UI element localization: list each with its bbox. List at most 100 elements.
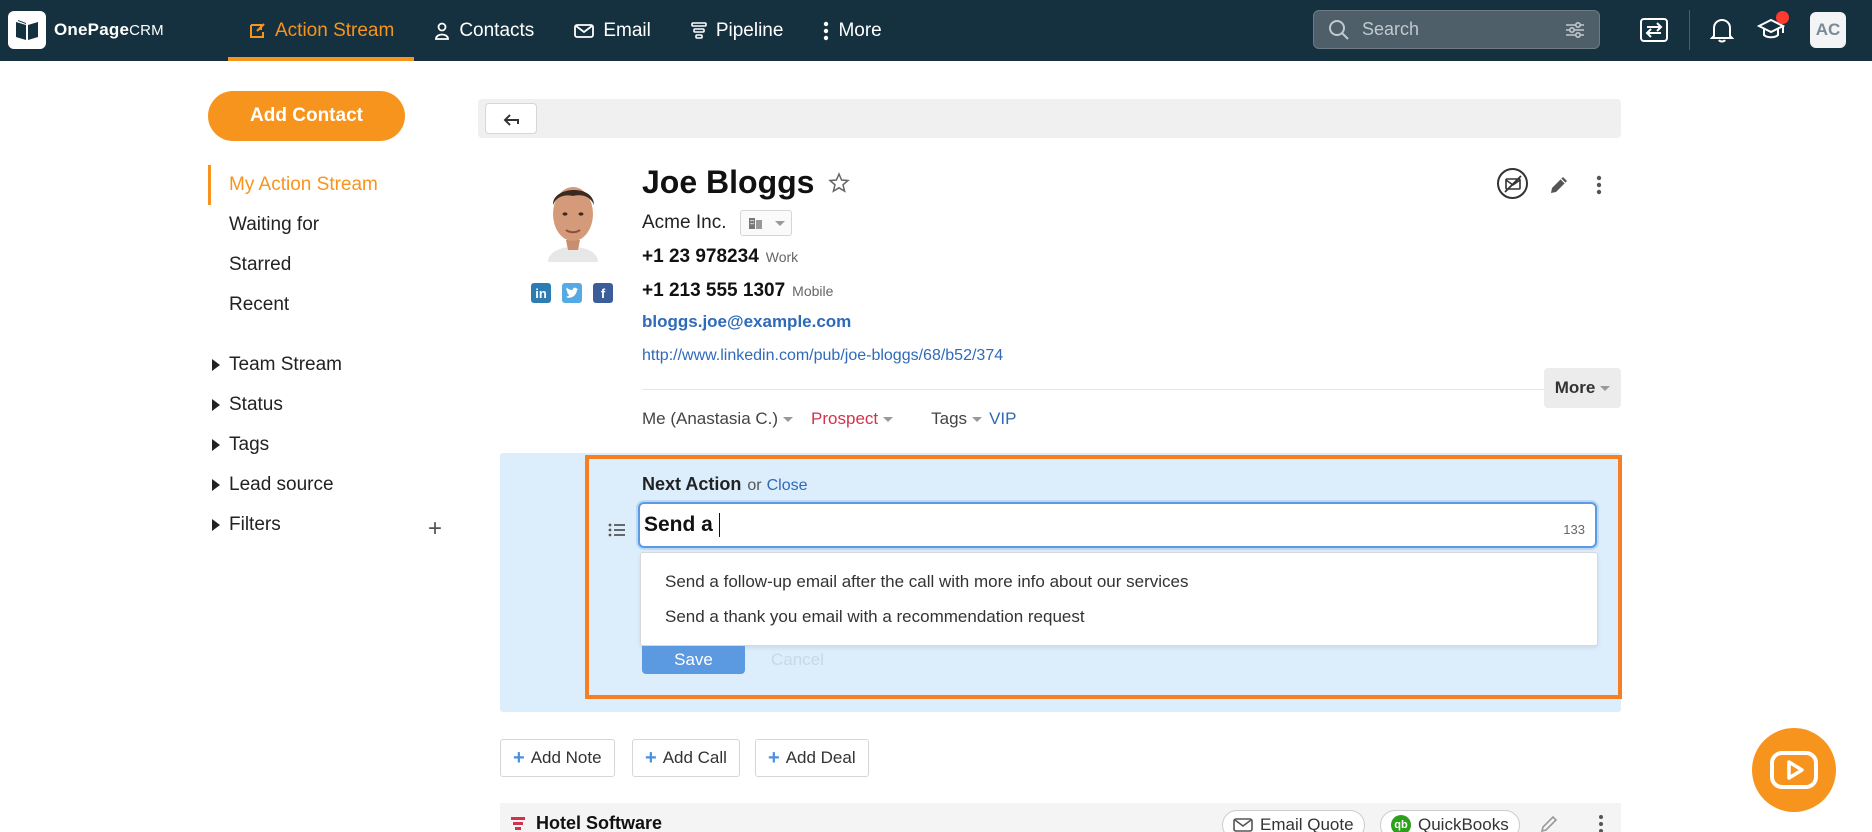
social-links: in f bbox=[531, 283, 613, 303]
search-box[interactable]: Search bbox=[1313, 10, 1600, 49]
pencil-edit-icon[interactable] bbox=[1540, 814, 1560, 832]
plus-icon: + bbox=[645, 746, 657, 769]
contact-email-link[interactable]: bloggs.joe@example.com bbox=[642, 312, 851, 332]
email-quote-label: Email Quote bbox=[1260, 815, 1354, 832]
pencil-edit-icon[interactable] bbox=[1548, 174, 1570, 196]
logo-name: OnePage bbox=[54, 20, 130, 39]
twitter-icon[interactable] bbox=[562, 283, 582, 303]
tags-label: Tags bbox=[931, 409, 968, 428]
save-button[interactable]: Save bbox=[642, 646, 745, 674]
next-action-input[interactable]: Send a 133 bbox=[638, 502, 1597, 548]
sidebar-group-status[interactable]: Status bbox=[212, 385, 342, 425]
nav-pipeline-label: Pipeline bbox=[715, 19, 784, 41]
funnel-icon bbox=[691, 21, 707, 39]
company-dropdown-button[interactable] bbox=[740, 210, 793, 236]
sidebar-group-label: Filters bbox=[229, 514, 281, 535]
logo-book-icon bbox=[8, 11, 46, 49]
sidebar-item-waiting-for[interactable]: Waiting for bbox=[208, 205, 378, 245]
pipeline-funnel-icon bbox=[511, 816, 525, 830]
contact-meta-row: Me (Anastasia C.) Prospect Tags VIP bbox=[642, 409, 1016, 429]
add-deal-button[interactable]: + Add Deal bbox=[755, 739, 869, 777]
chevron-down-icon bbox=[774, 220, 785, 226]
sidebar-group-team-stream[interactable]: Team Stream bbox=[212, 345, 342, 385]
add-contact-button[interactable]: Add Contact bbox=[208, 91, 405, 141]
sidebar-group-label: Lead source bbox=[229, 474, 334, 495]
status-label: Prospect bbox=[811, 409, 879, 428]
close-link[interactable]: Close bbox=[767, 477, 808, 494]
video-tutorial-button[interactable] bbox=[1752, 728, 1836, 812]
quickbooks-button[interactable]: qb QuickBooks bbox=[1380, 810, 1520, 832]
app-logo[interactable]: OnePageCRM bbox=[8, 10, 164, 50]
swap-arrows-icon[interactable] bbox=[1634, 10, 1674, 50]
add-filter-plus-icon[interactable]: + bbox=[428, 515, 442, 543]
phone-number[interactable]: +1 23 978234 bbox=[642, 246, 759, 268]
main-nav: Action Stream Contacts Email Pipeline Mo… bbox=[228, 0, 902, 61]
sidebar-group-lead-source[interactable]: Lead source bbox=[212, 465, 342, 505]
sidebar-item-recent[interactable]: Recent bbox=[208, 285, 378, 325]
char-count: 133 bbox=[1563, 522, 1585, 537]
bell-icon[interactable] bbox=[1702, 10, 1742, 50]
nav-email-label: Email bbox=[603, 19, 651, 41]
vertical-dots-icon bbox=[824, 21, 829, 40]
facebook-icon[interactable]: f bbox=[593, 283, 613, 303]
tags-dropdown[interactable]: Tags bbox=[931, 409, 983, 429]
back-button[interactable] bbox=[485, 103, 537, 134]
nav-pipeline[interactable]: Pipeline bbox=[671, 0, 804, 61]
nav-action-stream-label: Action Stream bbox=[275, 19, 395, 41]
no-email-icon[interactable] bbox=[1497, 168, 1528, 199]
expand-triangle-icon bbox=[212, 439, 220, 451]
play-video-icon bbox=[1770, 751, 1818, 789]
user-avatar[interactable]: AC bbox=[1810, 12, 1846, 48]
sidebar-group-tags[interactable]: Tags bbox=[212, 425, 342, 465]
sidebar-group-label: Tags bbox=[229, 434, 270, 455]
notification-dot bbox=[1776, 11, 1789, 24]
next-action-input-value: Send a bbox=[644, 513, 713, 536]
nav-email[interactable]: Email bbox=[554, 0, 671, 61]
sidebar-groups: Team Stream Status Tags Lead source Filt… bbox=[212, 345, 342, 545]
star-outline-icon[interactable] bbox=[828, 171, 851, 194]
email-quote-button[interactable]: Email Quote bbox=[1222, 810, 1365, 832]
suggestion-item[interactable]: Send a follow-up email after the call wi… bbox=[665, 572, 1188, 592]
nav-more[interactable]: More bbox=[803, 0, 901, 61]
card-divider bbox=[642, 389, 1544, 390]
tag-vip[interactable]: VIP bbox=[989, 409, 1016, 429]
top-navigation-bar: OnePageCRM Action Stream Contacts Email … bbox=[0, 0, 1872, 61]
owner-dropdown[interactable]: Me (Anastasia C.) bbox=[642, 409, 794, 429]
sidebar-group-filters[interactable]: Filters bbox=[212, 505, 342, 545]
sidebar-group-label: Status bbox=[229, 394, 283, 415]
status-dropdown[interactable]: Prospect bbox=[811, 409, 894, 429]
sidebar-item-starred[interactable]: Starred bbox=[208, 245, 378, 285]
sidebar-item-my-action-stream[interactable]: My Action Stream bbox=[208, 165, 378, 205]
chevron-down-icon bbox=[783, 417, 794, 423]
more-details-button[interactable]: More bbox=[1544, 368, 1621, 408]
action-stream-icon bbox=[250, 22, 265, 38]
more-label: More bbox=[1554, 378, 1596, 397]
envelope-icon bbox=[574, 23, 595, 38]
nav-more-label: More bbox=[838, 19, 882, 41]
logo-suffix: CRM bbox=[129, 22, 164, 39]
contact-website-link[interactable]: http://www.linkedin.com/pub/joe-bloggs/6… bbox=[642, 347, 1003, 365]
nav-contacts-label: Contacts bbox=[459, 19, 535, 41]
kebab-menu-icon[interactable] bbox=[1595, 174, 1603, 196]
cancel-button[interactable]: Cancel bbox=[771, 646, 824, 674]
envelope-icon bbox=[1233, 818, 1253, 832]
kebab-menu-icon[interactable] bbox=[1597, 814, 1605, 832]
filter-sliders-icon[interactable] bbox=[1565, 21, 1585, 39]
phone-mobile: +1 213 555 1307 Mobile bbox=[642, 280, 833, 302]
phone-type: Work bbox=[765, 249, 799, 265]
top-divider bbox=[1689, 10, 1690, 50]
add-note-button[interactable]: + Add Note bbox=[500, 739, 615, 777]
toolbar-strip bbox=[478, 99, 1621, 138]
chevron-down-icon bbox=[972, 417, 983, 423]
phone-number[interactable]: +1 213 555 1307 bbox=[642, 280, 785, 302]
or-text: or bbox=[747, 477, 762, 494]
nav-contacts[interactable]: Contacts bbox=[414, 0, 554, 61]
add-call-button[interactable]: + Add Call bbox=[632, 739, 740, 777]
linkedin-icon[interactable]: in bbox=[531, 283, 551, 303]
deal-title-text: Hotel Software bbox=[536, 813, 663, 832]
deal-title[interactable]: Hotel Software bbox=[510, 813, 662, 832]
suggestion-item[interactable]: Send a thank you email with a recommenda… bbox=[665, 607, 1085, 627]
nav-action-stream[interactable]: Action Stream bbox=[228, 0, 415, 61]
company-name[interactable]: Acme Inc. bbox=[642, 212, 726, 234]
list-icon[interactable] bbox=[608, 522, 626, 538]
